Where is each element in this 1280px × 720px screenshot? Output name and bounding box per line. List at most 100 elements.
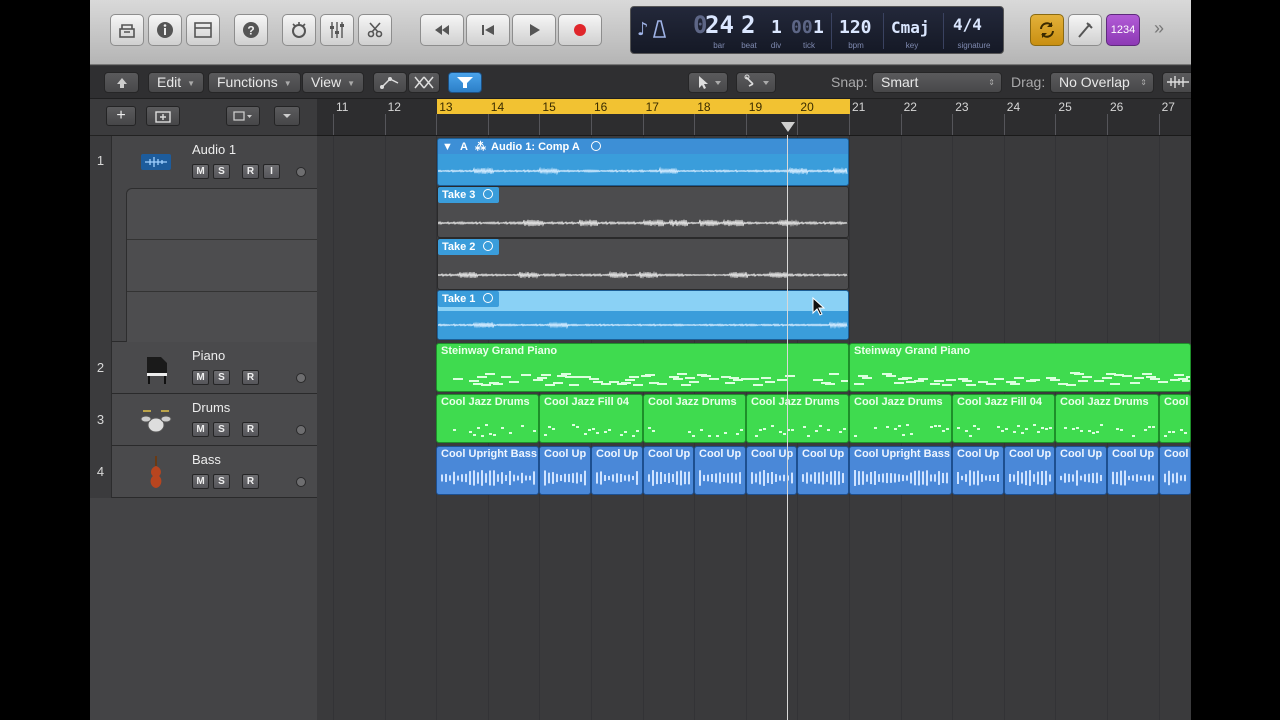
bass-region[interactable]: Cool Up	[1004, 446, 1055, 495]
track-drums[interactable]: 3 Drums M S R	[90, 394, 317, 446]
piano-region[interactable]: Steinway Grand Piano	[849, 343, 1191, 392]
bass-region[interactable]: Cool Up	[1055, 446, 1107, 495]
playhead[interactable]	[787, 135, 788, 720]
bass-region[interactable]: Cool	[1159, 446, 1191, 495]
waveform	[957, 470, 999, 486]
track-number: 2	[90, 342, 112, 394]
record-enable-button[interactable]: R	[242, 370, 259, 385]
bass-region[interactable]: Cool Upright Bass	[849, 446, 952, 495]
mute-button[interactable]: M	[192, 164, 209, 179]
automation-button[interactable]	[373, 72, 407, 93]
bass-region[interactable]: Cool Up	[1107, 446, 1159, 495]
drag-select[interactable]: No Overlap ⇕	[1050, 72, 1154, 93]
toolbar-icon[interactable]	[186, 14, 220, 46]
more-icon[interactable]: »	[1154, 18, 1164, 39]
bass-region[interactable]: Cool Up	[591, 446, 643, 495]
ruler-tick	[487, 114, 489, 135]
add-track-button[interactable]: +	[106, 106, 136, 126]
play-button[interactable]	[512, 14, 556, 46]
take-menu-icon[interactable]	[590, 141, 601, 151]
track-piano[interactable]: 2 Piano M S R	[90, 342, 317, 394]
lcd-cap-bpm: bpm	[848, 41, 864, 50]
track-audio-1[interactable]: 1 Audio 1 M S R I	[90, 136, 318, 343]
mute-button[interactable]: M	[192, 370, 209, 385]
record-enable-button[interactable]: R	[242, 422, 259, 437]
bar-ruler[interactable]: 11 12 13 14 15 16 17 18 19 20 21 22 23 24 25 26 27	[317, 99, 1191, 136]
library-icon[interactable]	[110, 14, 144, 46]
track-number: 1	[90, 136, 112, 342]
waveform	[1009, 470, 1051, 486]
drums-region[interactable]: Cool Jazz Drums	[436, 394, 539, 443]
take-menu-icon[interactable]	[483, 189, 494, 199]
playhead-handle[interactable]	[781, 122, 795, 132]
pointer-icon	[699, 76, 721, 89]
editors-icon[interactable]	[358, 14, 392, 46]
flex-button[interactable]	[408, 72, 440, 93]
track-bass[interactable]: 4 Bass M S R	[90, 446, 317, 498]
bass-region[interactable]: Cool Up	[694, 446, 746, 495]
cycle-button[interactable]	[1030, 14, 1064, 46]
region-name: Cool Jazz Fill 04	[957, 396, 1042, 408]
functions-menu[interactable]: Functions ▼	[208, 72, 301, 93]
up-arrow-button[interactable]	[104, 72, 139, 93]
go-to-beginning-button[interactable]	[466, 14, 510, 46]
region-name: Cool Up	[648, 448, 691, 460]
record-button[interactable]	[558, 14, 602, 46]
track-header-menu[interactable]	[274, 106, 300, 126]
drums-region[interactable]: Cool Jazz Drums	[746, 394, 849, 443]
drums-region[interactable]: Cool Jazz Drums	[1055, 394, 1159, 443]
new-track-with-settings-button[interactable]	[146, 106, 180, 126]
ruler-tick	[1055, 114, 1057, 135]
input-monitor-button[interactable]: I	[263, 164, 280, 179]
ruler-tick	[333, 114, 334, 135]
edit-menu[interactable]: Edit ▼	[148, 72, 205, 93]
bar-number: 18	[697, 100, 711, 114]
drums-region[interactable]: Cool	[1159, 394, 1191, 443]
solo-button[interactable]: S	[213, 474, 230, 489]
drums-region[interactable]: Cool Jazz Drums	[643, 394, 746, 443]
bass-region[interactable]: Cool Up	[797, 446, 849, 495]
mute-button[interactable]: M	[192, 474, 209, 489]
bass-region[interactable]: Cool Up	[643, 446, 694, 495]
secondary-tool-menu[interactable]	[736, 72, 776, 93]
mixer-icon[interactable]	[320, 14, 354, 46]
track-dot-icon	[296, 167, 306, 177]
count-in-button[interactable]: 1234	[1106, 14, 1140, 46]
tuner-button[interactable]	[1068, 14, 1102, 46]
take-menu-icon[interactable]	[483, 293, 494, 303]
grid-line	[384, 136, 386, 720]
rewind-button[interactable]	[420, 14, 464, 46]
global-tracks-button[interactable]	[226, 106, 260, 126]
view-menu[interactable]: View ▼	[302, 72, 365, 93]
region-name: Cool Up	[1060, 448, 1103, 460]
record-enable-button[interactable]: R	[242, 164, 259, 179]
take-menu-icon[interactable]	[483, 241, 494, 251]
up-arrow-icon	[116, 78, 127, 88]
solo-button[interactable]: S	[213, 370, 230, 385]
drums-region[interactable]: Cool Jazz Fill 04	[952, 394, 1055, 443]
solo-button[interactable]: S	[213, 422, 230, 437]
drums-region[interactable]: Cool Jazz Fill 04	[539, 394, 643, 443]
solo-button[interactable]: S	[213, 164, 230, 179]
arrange-area[interactable]: ▼ A ⁂ Audio 1: Comp A Take 3 Take 2 Take…	[317, 136, 1191, 720]
waveform	[1112, 470, 1154, 486]
lcd-display[interactable]: ♪ 0 24 bar 2 beat 1 div 00 1 tick 120 bp…	[630, 6, 1004, 54]
bass-region[interactable]: Cool Up	[952, 446, 1004, 495]
inspector-icon[interactable]	[148, 14, 182, 46]
record-enable-button[interactable]: R	[242, 474, 259, 489]
drums-region[interactable]: Cool Jazz Drums	[849, 394, 952, 443]
mute-button[interactable]: M	[192, 422, 209, 437]
bass-region[interactable]: Cool Up	[539, 446, 591, 495]
take-folder-disclosure-icon[interactable]: ▼	[442, 141, 453, 153]
snap-select[interactable]: Smart ⇕	[872, 72, 1002, 93]
smart-controls-icon[interactable]	[282, 14, 316, 46]
grid-line	[333, 136, 334, 720]
lcd-cap-bar: bar	[713, 41, 725, 50]
bass-region[interactable]: Cool Up	[746, 446, 797, 495]
waveform-zoom-button[interactable]	[1162, 72, 1191, 93]
catch-button[interactable]	[448, 72, 482, 93]
take-title: Take 1	[438, 291, 500, 307]
pointer-tool-menu[interactable]	[688, 72, 728, 93]
bass-region[interactable]: Cool Upright Bass	[436, 446, 539, 495]
quick-help-icon[interactable]: ?	[234, 14, 268, 46]
